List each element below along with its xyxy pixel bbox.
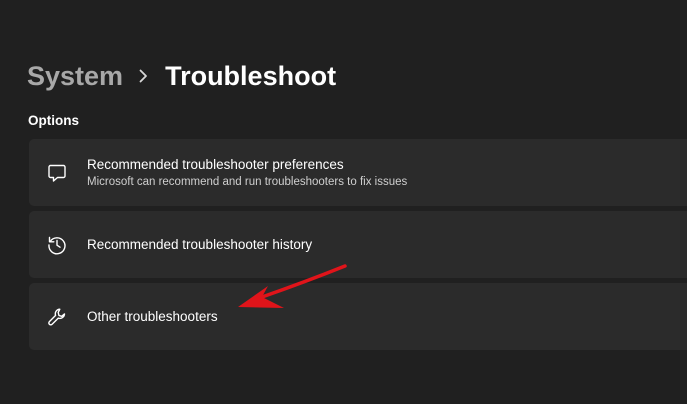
breadcrumb: System Troubleshoot bbox=[27, 56, 336, 96]
card-text: Other troubleshooters bbox=[87, 308, 218, 326]
card-title: Recommended troubleshooter preferences bbox=[87, 156, 344, 172]
card-title: Recommended troubleshooter history bbox=[87, 236, 313, 252]
chevron-right-icon bbox=[139, 69, 148, 83]
history-icon bbox=[46, 234, 68, 256]
wrench-icon bbox=[46, 306, 68, 328]
settings-page: System Troubleshoot Options Recommended … bbox=[0, 0, 687, 404]
section-label-options: Options bbox=[28, 113, 79, 128]
chat-bubble-icon bbox=[46, 162, 68, 184]
recommended-troubleshooter-history-card[interactable]: Recommended troubleshooter history bbox=[29, 211, 687, 278]
breadcrumb-parent-system[interactable]: System bbox=[27, 61, 123, 92]
card-title: Other troubleshooters bbox=[87, 308, 218, 324]
page-title: Troubleshoot bbox=[165, 60, 337, 91]
other-troubleshooters-card[interactable]: Other troubleshooters bbox=[29, 283, 687, 350]
recommended-troubleshooter-preferences-card[interactable]: Recommended troubleshooter preferences M… bbox=[29, 139, 687, 206]
card-subtitle: Microsoft can recommend and run troubles… bbox=[87, 175, 408, 188]
card-text: Recommended troubleshooter history bbox=[87, 236, 312, 254]
card-text: Recommended troubleshooter preferences M… bbox=[87, 156, 407, 190]
